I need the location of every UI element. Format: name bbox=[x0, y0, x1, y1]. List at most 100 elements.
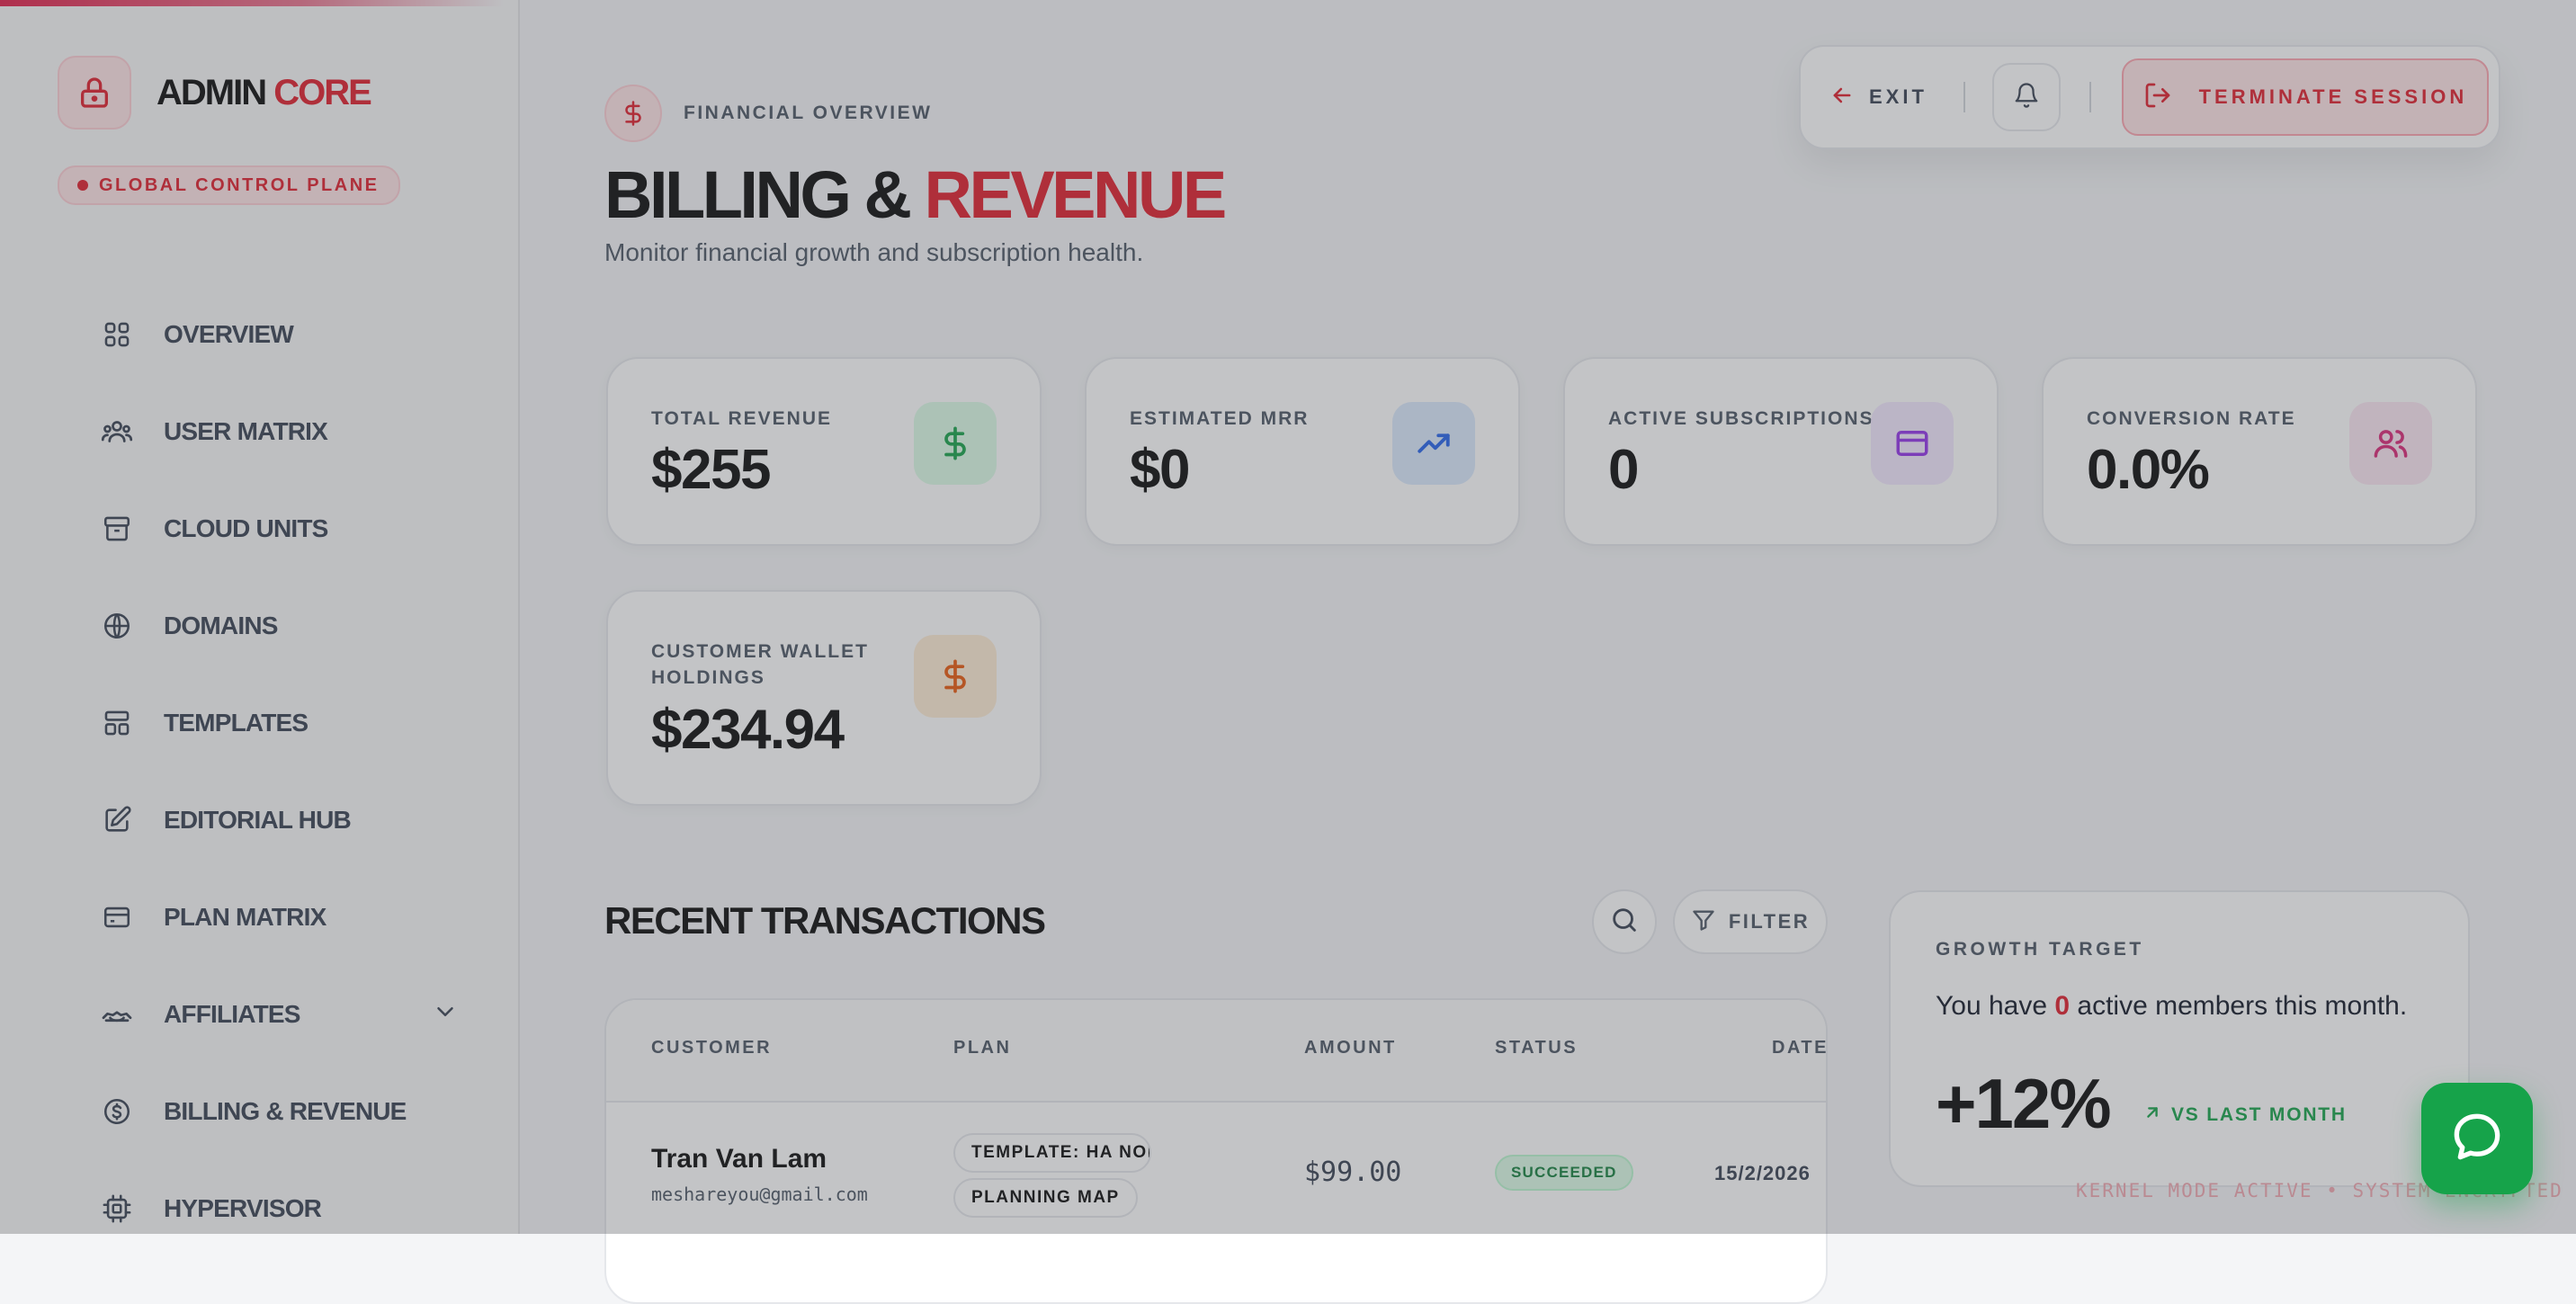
brand-name-accent: CORE bbox=[273, 72, 372, 112]
search-icon bbox=[1609, 905, 1640, 940]
handshake-icon bbox=[99, 996, 135, 1032]
column-header-date[interactable]: DATE bbox=[1772, 1038, 1826, 1058]
growth-label: GROWTH TARGET bbox=[1936, 939, 2144, 960]
sidebar-item-label: AFFILIATES bbox=[164, 1000, 301, 1028]
sidebar-item-billing-revenue[interactable]: BILLING & REVENUE bbox=[99, 1063, 459, 1160]
header-actions: EXIT TERMINATE SESSION bbox=[1799, 45, 2500, 149]
stat-label: CUSTOMER WALLET HOLDINGS bbox=[651, 641, 869, 689]
edit-icon bbox=[99, 802, 135, 838]
dollar-icon bbox=[604, 85, 662, 142]
plan-chip: PLANNING MAP bbox=[953, 1178, 1138, 1218]
chat-bubble-icon bbox=[2448, 1108, 2506, 1170]
sidebar-item-label: PLAN MATRIX bbox=[164, 903, 326, 931]
sidebar-item-label: EDITORIAL HUB bbox=[164, 806, 352, 834]
sidebar-item-label: TEMPLATES bbox=[164, 709, 309, 737]
page-title-accent: REVENUE bbox=[924, 157, 1228, 232]
arrow-up-right-icon bbox=[2142, 1103, 2162, 1128]
terminate-label: TERMINATE SESSION bbox=[2198, 85, 2468, 108]
exit-label: EXIT bbox=[1869, 85, 1928, 108]
stat-card-total-revenue: TOTAL REVENUE $255 bbox=[606, 357, 1042, 546]
control-plane-badge: GLOBAL CONTROL PLANE bbox=[58, 165, 401, 205]
sidebar-item-domains[interactable]: DOMAINS bbox=[99, 577, 459, 674]
logout-icon bbox=[2143, 81, 2172, 114]
growth-compare: VS LAST MONTH bbox=[2142, 1103, 2347, 1128]
sidebar-item-label: USER MATRIX bbox=[164, 417, 328, 445]
date: 15/2/2026 bbox=[1714, 1162, 1811, 1184]
globe-icon bbox=[99, 608, 135, 644]
chat-button[interactable] bbox=[2421, 1083, 2533, 1194]
sidebar-item-label: CLOUD UNITS bbox=[164, 514, 328, 542]
brand-name-primary: ADMIN bbox=[157, 72, 267, 112]
sidebar-item-label: DOMAINS bbox=[164, 612, 278, 639]
status-dot-icon bbox=[77, 180, 88, 191]
archive-icon bbox=[99, 511, 135, 547]
control-plane-label: GLOBAL CONTROL PLANE bbox=[99, 174, 380, 195]
page-eyebrow: FINANCIAL OVERVIEW bbox=[604, 85, 1224, 142]
column-header-amount[interactable]: AMOUNT bbox=[1304, 1038, 1397, 1058]
plan-chip: TEMPLATE: HA NOI bbox=[953, 1133, 1151, 1173]
status-badge: SUCCEEDED bbox=[1495, 1155, 1633, 1191]
users-icon bbox=[2349, 402, 2432, 485]
users-icon bbox=[99, 414, 135, 450]
growth-text-before: You have bbox=[1936, 991, 2055, 1021]
layout-icon bbox=[99, 705, 135, 741]
search-button[interactable] bbox=[1592, 889, 1657, 954]
growth-compare-label: VS LAST MONTH bbox=[2171, 1104, 2347, 1125]
filter-icon bbox=[1691, 907, 1716, 937]
stat-label: ACTIVE SUBSCRIPTIONS bbox=[1608, 408, 1874, 429]
page-title: BILLING & REVENUE bbox=[604, 157, 1228, 232]
sidebar-item-editorial-hub[interactable]: EDITORIAL HUB bbox=[99, 772, 459, 869]
page-title-primary: BILLING & bbox=[604, 157, 912, 232]
top-accent-bar bbox=[0, 0, 504, 6]
customer-email: meshareyou@gmail.com bbox=[651, 1183, 868, 1205]
credit-card-icon bbox=[1871, 402, 1954, 485]
dollar-circle-icon bbox=[99, 1094, 135, 1130]
sidebar-item-label: OVERVIEW bbox=[164, 320, 294, 348]
table-header: CUSTOMER PLAN AMOUNT STATUS DATE bbox=[606, 1000, 1826, 1103]
terminate-session-button[interactable]: TERMINATE SESSION bbox=[2121, 58, 2489, 136]
sidebar-item-label: HYPERVISOR bbox=[164, 1194, 322, 1222]
active-member-count: 0 bbox=[2054, 991, 2071, 1021]
column-header-customer[interactable]: CUSTOMER bbox=[651, 1038, 772, 1058]
sidebar-item-templates[interactable]: TEMPLATES bbox=[99, 674, 459, 772]
card-icon bbox=[99, 899, 135, 935]
dollar-icon bbox=[914, 635, 997, 718]
dollar-icon bbox=[914, 402, 997, 485]
growth-target-card: GROWTH TARGET You have 0 active members … bbox=[1889, 890, 2470, 1187]
sidebar-item-cloud-units[interactable]: CLOUD UNITS bbox=[99, 480, 459, 577]
stat-card-estimated-mrr: ESTIMATED MRR $0 bbox=[1085, 357, 1520, 546]
column-header-plan[interactable]: PLAN bbox=[953, 1038, 1011, 1058]
customer-name: Tran Van Lam bbox=[651, 1144, 827, 1174]
transactions-title: RECENT TRANSACTIONS bbox=[604, 899, 1046, 942]
transactions-table: CUSTOMER PLAN AMOUNT STATUS DATE Tran Va… bbox=[604, 998, 1828, 1304]
notifications-button[interactable] bbox=[1991, 63, 2061, 131]
exit-button[interactable]: EXIT bbox=[1829, 83, 1928, 112]
stat-value: $234.94 bbox=[651, 699, 845, 761]
brand[interactable]: ADMIN CORE bbox=[58, 56, 372, 130]
sidebar-item-plan-matrix[interactable]: PLAN MATRIX bbox=[99, 869, 459, 966]
divider bbox=[1963, 82, 1965, 112]
cpu-icon bbox=[99, 1191, 135, 1227]
sidebar-item-affiliates[interactable]: AFFILIATES bbox=[99, 966, 459, 1063]
column-header-status[interactable]: STATUS bbox=[1495, 1038, 1578, 1058]
stat-value: $255 bbox=[651, 439, 771, 501]
sidebar-nav: OVERVIEW USER MATRIX CLOUD UNITS DOMAINS… bbox=[99, 286, 459, 1257]
filter-button[interactable]: FILTER bbox=[1673, 889, 1828, 954]
amount: $99.00 bbox=[1304, 1157, 1402, 1188]
eyebrow-label: FINANCIAL OVERVIEW bbox=[684, 103, 933, 123]
trending-up-icon bbox=[1392, 402, 1475, 485]
growth-text-after: active members this month. bbox=[2070, 991, 2408, 1021]
bell-icon bbox=[2013, 82, 2040, 113]
stat-value: $0 bbox=[1130, 439, 1190, 501]
sidebar-item-overview[interactable]: OVERVIEW bbox=[99, 286, 459, 383]
sidebar-item-user-matrix[interactable]: USER MATRIX bbox=[99, 383, 459, 480]
grid-icon bbox=[99, 317, 135, 353]
stat-label: TOTAL REVENUE bbox=[651, 408, 833, 429]
page-subtitle: Monitor financial growth and subscriptio… bbox=[604, 238, 1144, 267]
sidebar-item-hypervisor[interactable]: HYPERVISOR bbox=[99, 1160, 459, 1257]
chevron-down-icon[interactable] bbox=[432, 998, 459, 1030]
page-header: FINANCIAL OVERVIEW BILLING & REVENUE Mon… bbox=[604, 85, 1228, 267]
lock-icon bbox=[58, 56, 131, 130]
divider bbox=[2089, 82, 2091, 112]
sidebar-item-label: BILLING & REVENUE bbox=[164, 1097, 407, 1125]
